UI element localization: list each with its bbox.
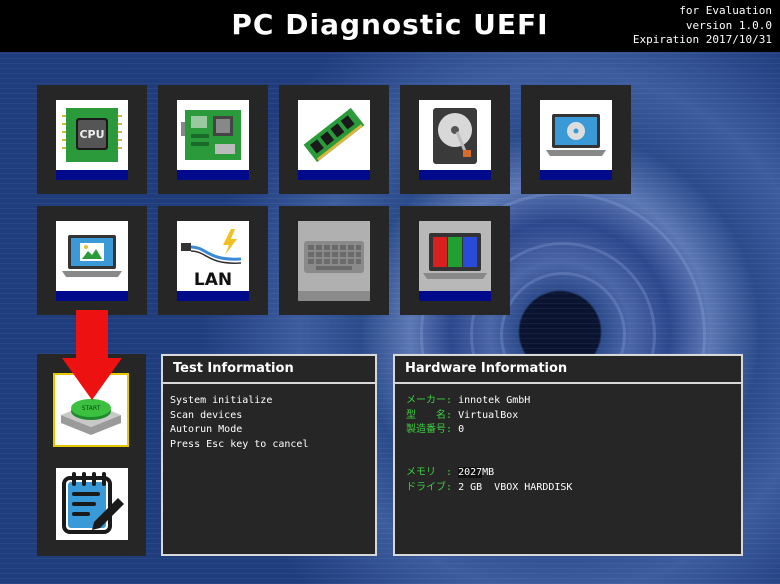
tile-keyboard[interactable] xyxy=(279,206,389,315)
optical-drive-laptop-icon xyxy=(540,100,612,170)
tile-lan[interactable]: LAN xyxy=(158,206,268,315)
hardware-information-title: Hardware Information xyxy=(405,361,568,376)
tile-hard-disk[interactable] xyxy=(400,85,510,194)
hw-memory-label: メモリ : xyxy=(406,467,453,478)
tile-display[interactable] xyxy=(37,206,147,315)
log-line: Press Esc key to cancel xyxy=(170,438,309,450)
tile-status-strip xyxy=(540,170,612,180)
start-label: START xyxy=(82,405,101,412)
log-line: Autorun Mode xyxy=(170,424,243,435)
tile-status-strip xyxy=(56,170,128,180)
tile-status-strip xyxy=(298,170,370,180)
red-arrow-indicator xyxy=(62,310,122,400)
tile-memory[interactable] xyxy=(279,85,389,194)
log-line: System initialize xyxy=(170,395,273,406)
display-laptop-icon xyxy=(56,221,128,291)
lan-label: LAN xyxy=(194,270,232,290)
tile-motherboard[interactable] xyxy=(158,85,268,194)
hw-memory-unit: MB xyxy=(482,467,495,478)
test-information-title: Test Information xyxy=(173,361,294,376)
hw-serial-row: 製造番号: 0 xyxy=(406,423,464,438)
keyboard-icon xyxy=(298,221,370,291)
tile-status-strip xyxy=(419,291,491,301)
panel-divider xyxy=(163,382,375,384)
hw-model-value: VirtualBox xyxy=(458,409,519,421)
hw-memory-row: メモリ : 2027MB xyxy=(406,466,494,481)
hw-maker-row: メーカー: innotek GmbH xyxy=(406,394,530,409)
hw-drive-label: ドライブ: xyxy=(406,482,453,493)
version-text: version 1.0.0 xyxy=(685,18,772,32)
tile-status-strip xyxy=(56,291,128,301)
motherboard-icon xyxy=(177,100,249,170)
hw-maker-value: innotek GmbH xyxy=(458,395,531,406)
hard-disk-icon xyxy=(419,100,491,170)
expiration-text: Expiration 2017/10/31 xyxy=(632,33,772,46)
color-bars-laptop-icon xyxy=(419,221,491,291)
header-bar: PC Diagnostic UEFI for Evaluation versio… xyxy=(0,0,780,52)
hw-serial-label: 製造番号: xyxy=(406,424,453,435)
panel-divider xyxy=(395,382,741,384)
log-line: Scan devices xyxy=(170,409,243,421)
hw-maker-label: メーカー: xyxy=(406,395,453,406)
memory-icon xyxy=(298,100,370,170)
lan-icon: LAN xyxy=(177,221,249,291)
tile-status-strip xyxy=(298,291,370,301)
test-information-panel: Test Information System initialize Scan … xyxy=(161,354,377,556)
hw-drive-row: ドライブ: 2 GB VBOX HARDDISK xyxy=(406,481,572,496)
hw-memory-value: 2027 xyxy=(458,467,483,478)
test-log: System initialize Scan devices Autorun M… xyxy=(170,394,308,452)
tile-status-strip xyxy=(419,170,491,180)
tile-cpu[interactable]: CPU xyxy=(37,85,147,194)
hw-model-row: 型 名: VirtualBox xyxy=(406,409,518,424)
log-button[interactable] xyxy=(56,468,128,540)
tile-status-strip xyxy=(177,170,249,180)
cpu-icon: CPU xyxy=(56,100,128,170)
tile-color-test[interactable] xyxy=(400,206,510,315)
hw-drive-value: 2 GB VBOX HARDDISK xyxy=(458,482,573,493)
tile-status-strip xyxy=(177,291,249,301)
hardware-information-panel: Hardware Information メーカー: innotek GmbH … xyxy=(393,354,743,556)
version-info: for Evaluation version 1.0.0 Expiration … xyxy=(633,4,772,48)
notepad-edit-icon xyxy=(62,472,124,534)
cpu-label: CPU xyxy=(79,128,104,141)
edition-text: for Evaluation xyxy=(679,4,772,17)
hw-model-label: 型 名: xyxy=(406,409,453,421)
hw-serial-value: 0 xyxy=(458,424,465,435)
tile-optical-drive[interactable] xyxy=(521,85,631,194)
